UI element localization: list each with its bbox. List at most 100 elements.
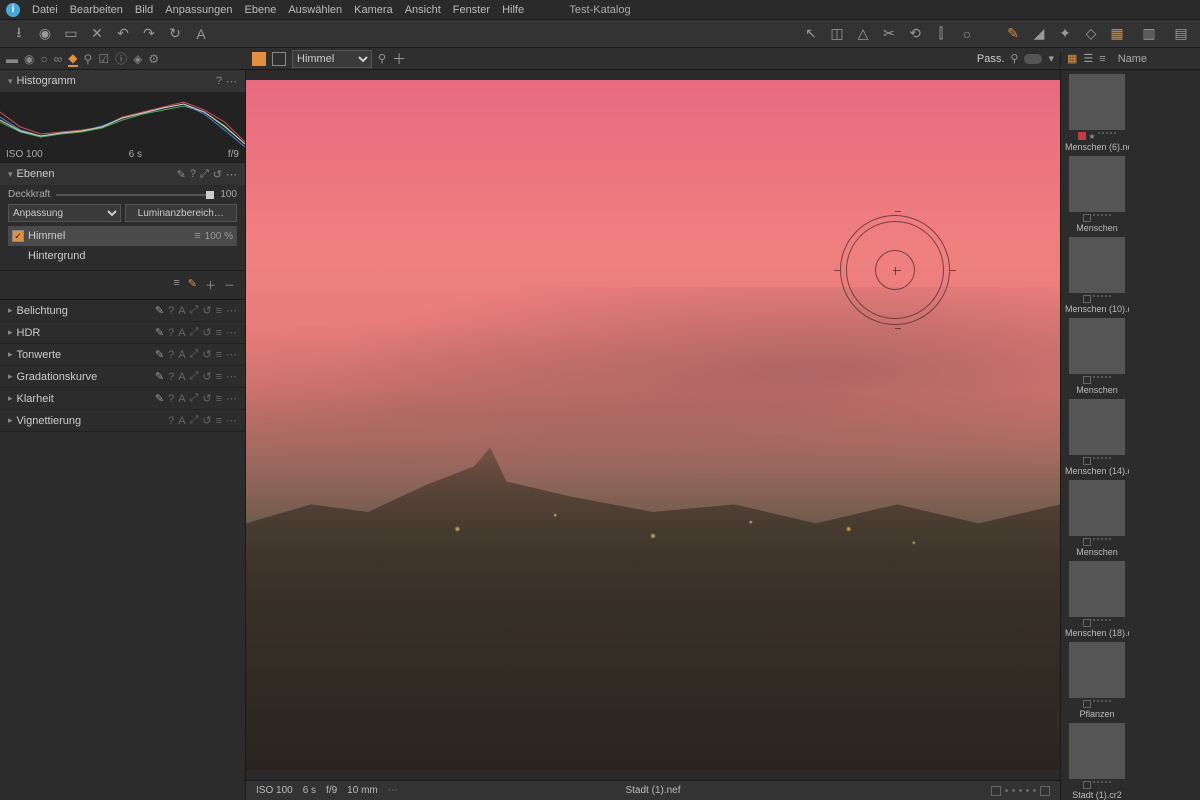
auto-icon[interactable]: A: [178, 327, 185, 339]
view-single-icon[interactable]: [252, 52, 266, 66]
auto-icon[interactable]: A: [178, 349, 185, 361]
luminance-button[interactable]: Luminanzbereich…: [125, 204, 238, 222]
adjust-belichtung[interactable]: ▸Belichtung✎?A⤢↺≡⋯: [0, 300, 245, 322]
reset-icon[interactable]: ↺: [202, 348, 211, 361]
color-label[interactable]: [1078, 132, 1086, 140]
brush-icon[interactable]: ✎: [155, 392, 164, 405]
footer-more-icon[interactable]: ⋯: [388, 785, 398, 796]
zoom-icon[interactable]: ⚲: [378, 52, 386, 65]
preset-icon[interactable]: ≡: [216, 415, 222, 427]
brush-icon[interactable]: ✎: [155, 326, 164, 339]
thumb-grid-icon[interactable]: ▦: [1067, 52, 1077, 65]
expand-icon[interactable]: ⤢: [190, 392, 199, 405]
menu-dots-icon[interactable]: ⋯: [226, 348, 237, 361]
tab-settings-icon[interactable]: ⚙: [148, 52, 159, 66]
menu-dots-icon[interactable]: ⋯: [226, 326, 237, 339]
brush-tool-icon[interactable]: ✎: [188, 277, 197, 293]
color-label[interactable]: [1083, 214, 1091, 222]
rotate-icon[interactable]: ⟲: [906, 25, 924, 43]
brush-small-icon[interactable]: ✎: [177, 168, 186, 181]
rating-dot[interactable]: [1019, 789, 1022, 792]
thumb-list-icon[interactable]: ☰: [1083, 52, 1093, 65]
flip-icon[interactable]: ⫿: [932, 25, 950, 43]
folder-icon[interactable]: ▭: [62, 25, 80, 43]
menu-dots-icon[interactable]: ⋯: [226, 168, 237, 181]
menu-edit[interactable]: Bearbeiten: [70, 4, 123, 16]
color-label[interactable]: [1083, 700, 1091, 708]
help-icon[interactable]: ?: [168, 393, 174, 405]
import-icon[interactable]: ⭳: [10, 25, 28, 43]
horizon-icon[interactable]: △: [854, 25, 872, 43]
module-edit-icon[interactable]: ▥: [1140, 25, 1158, 43]
menu-image[interactable]: Bild: [135, 4, 153, 16]
tab-folder-icon[interactable]: ▬: [6, 52, 18, 66]
add-icon[interactable]: ＋: [205, 277, 216, 293]
module-export-icon[interactable]: ▤: [1172, 25, 1190, 43]
tab-info-icon[interactable]: ⓘ: [115, 50, 127, 67]
thumbnail[interactable]: Menschen: [1065, 156, 1129, 233]
auto-icon[interactable]: A: [178, 305, 185, 317]
tab-check-icon[interactable]: ☑: [98, 52, 109, 66]
opacity-slider[interactable]: [56, 194, 214, 196]
tab-camera-icon[interactable]: ◉: [24, 52, 34, 66]
tab-adjust-icon[interactable]: ◆: [68, 51, 77, 67]
auto-icon[interactable]: A: [178, 393, 185, 405]
thumb-detail-icon[interactable]: ≡: [1099, 53, 1105, 65]
remove-icon[interactable]: －: [224, 277, 235, 293]
auto-icon[interactable]: A: [178, 415, 185, 427]
color-label[interactable]: [1083, 295, 1091, 303]
rating-dot[interactable]: [1005, 789, 1008, 792]
help-icon[interactable]: ?: [168, 327, 174, 339]
view-compare-icon[interactable]: [272, 52, 286, 66]
tab-map-icon[interactable]: ⚲: [84, 52, 93, 66]
menu-dots-icon[interactable]: ⋯: [226, 75, 237, 88]
help-icon[interactable]: ?: [168, 305, 174, 317]
radial-filter-marker[interactable]: [840, 215, 950, 325]
add-layer-icon[interactable]: ＋: [392, 49, 406, 69]
blend-mode-select[interactable]: Anpassung: [8, 204, 121, 222]
help-icon[interactable]: ?: [190, 168, 196, 180]
preset-icon[interactable]: ≡: [216, 349, 222, 361]
menu-select[interactable]: Auswählen: [288, 4, 342, 16]
perspective-icon[interactable]: ◫: [828, 25, 846, 43]
tab-link-icon[interactable]: ∞: [54, 52, 63, 66]
circle-icon[interactable]: ○: [958, 25, 976, 43]
adjust-vignettierung[interactable]: ▸Vignettierung?A⤢↺≡⋯: [0, 410, 245, 432]
rating-dot[interactable]: [1026, 789, 1029, 792]
thumbnail[interactable]: Menschen: [1065, 318, 1129, 395]
pointer-icon[interactable]: ↖: [802, 25, 820, 43]
expand-icon[interactable]: ⤢: [190, 304, 199, 317]
layer-item-background[interactable]: Hintergrund: [8, 246, 237, 266]
color-label[interactable]: [1083, 781, 1091, 789]
preset-icon[interactable]: ≡: [216, 371, 222, 383]
undo-icon[interactable]: ↶: [114, 25, 132, 43]
layer-mask-icon[interactable]: ≡: [194, 230, 200, 242]
module-develop-icon[interactable]: ▦: [1108, 25, 1126, 43]
expand-icon[interactable]: ⤢: [190, 326, 199, 339]
color-label[interactable]: [1083, 376, 1091, 384]
reset-icon[interactable]: ↺: [202, 326, 211, 339]
expand-icon[interactable]: ⤢: [200, 168, 209, 181]
color-label[interactable]: [991, 786, 1001, 796]
layer-dropdown[interactable]: Himmel: [292, 50, 372, 68]
help-icon[interactable]: ?: [216, 75, 222, 87]
redo-icon[interactable]: ↻: [166, 25, 184, 43]
layer-item-himmel[interactable]: ✓ Himmel ≡ 100 %: [8, 226, 237, 246]
sort-icon[interactable]: ▾: [1048, 52, 1054, 65]
camera-icon[interactable]: ◉: [36, 25, 54, 43]
menu-help[interactable]: Hilfe: [502, 4, 524, 16]
thumbnail[interactable]: Menschen: [1065, 480, 1129, 557]
thumbnail[interactable]: Pflanzen: [1065, 642, 1129, 719]
menu-adjustments[interactable]: Anpassungen: [165, 4, 232, 16]
menu-view[interactable]: Ansicht: [405, 4, 441, 16]
adjust-hdr[interactable]: ▸HDR✎?A⤢↺≡⋯: [0, 322, 245, 344]
reset-icon[interactable]: ↺: [202, 370, 211, 383]
reset-icon[interactable]: ↺: [202, 414, 211, 427]
thumbnail[interactable]: Menschen (10).cr2: [1065, 237, 1129, 314]
menu-camera[interactable]: Kamera: [354, 4, 393, 16]
layer-visible-checkbox[interactable]: ✓: [12, 230, 24, 242]
brush-icon[interactable]: ✎: [155, 304, 164, 317]
expand-icon[interactable]: ⤢: [190, 370, 199, 383]
thumbnail[interactable]: Menschen (14).cr2: [1065, 399, 1129, 476]
color-label[interactable]: [1083, 457, 1091, 465]
